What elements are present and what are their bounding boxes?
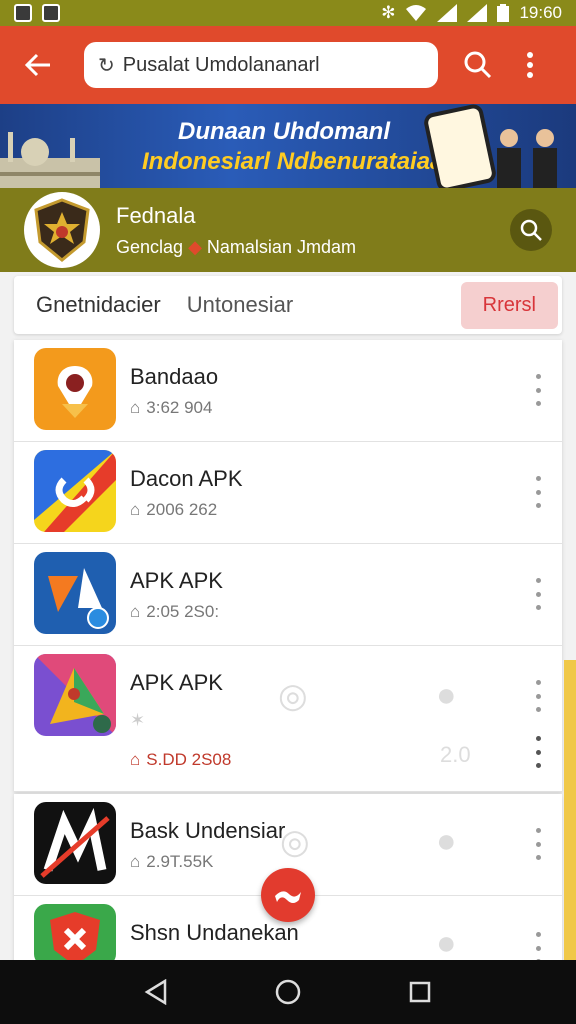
ghost-coin-icon: ◎ bbox=[280, 823, 310, 861]
refresh-icon: ↻ bbox=[98, 54, 115, 77]
square-recents-icon bbox=[409, 981, 431, 1003]
search-text: Pusalat Umdolananarl bbox=[122, 53, 320, 76]
shield-app-icon bbox=[34, 904, 116, 966]
brand-swoosh-icon bbox=[275, 891, 301, 903]
sparkle-icon: ✶ bbox=[130, 710, 146, 730]
app-notification-icon bbox=[42, 4, 60, 22]
person-image-2 bbox=[533, 129, 557, 188]
app-bar: ↻ Pusalat Umdolananarl bbox=[0, 26, 576, 104]
more-vert-icon bbox=[527, 52, 533, 78]
battery-icon bbox=[497, 4, 510, 22]
search-icon bbox=[520, 219, 542, 241]
item-menu-button-secondary[interactable] bbox=[530, 736, 546, 768]
ghost-person-icon: ● bbox=[436, 924, 457, 962]
nav-home-button[interactable] bbox=[268, 972, 308, 1012]
tab-gnetnidacier[interactable]: Gnetnidacier bbox=[36, 292, 161, 318]
brightness-icon: ✻ bbox=[381, 3, 396, 22]
nav-recents-button[interactable] bbox=[400, 972, 440, 1012]
signal-icon-2 bbox=[467, 4, 488, 22]
search-input[interactable]: ↻ Pusalat Umdolananarl bbox=[84, 42, 438, 88]
shield-emblem-icon bbox=[34, 198, 90, 262]
item-menu-button[interactable] bbox=[530, 828, 546, 860]
gradient-app-icon bbox=[34, 654, 116, 736]
mosque-image bbox=[0, 132, 100, 188]
channel-name: Fednala bbox=[116, 202, 196, 228]
channel-header: Fednala Genclag ◆ Namalsian Jmdam bbox=[0, 188, 576, 272]
app-meta: ⌂ 2006 262 bbox=[130, 500, 218, 519]
nav-back-button[interactable] bbox=[136, 972, 176, 1012]
item-menu-button[interactable] bbox=[530, 476, 546, 508]
channel-search-button[interactable] bbox=[510, 209, 552, 251]
app-meta: ⌂ S.DD 2S08 bbox=[130, 750, 232, 769]
app-name: APK APK bbox=[130, 670, 223, 695]
list-item[interactable]: Bandaao ⌂ 3:62 904 bbox=[14, 340, 562, 442]
ghost-person-icon: ● bbox=[436, 822, 457, 860]
triangle-back-icon bbox=[144, 979, 167, 1005]
ghost-label: 2.0 bbox=[440, 742, 471, 767]
app-meta: ⌂ 2.9T.55K bbox=[130, 852, 214, 871]
side-accent-strip bbox=[564, 660, 576, 960]
channel-logo[interactable] bbox=[24, 192, 100, 268]
signal-icon bbox=[437, 4, 458, 22]
status-bar: ✻ 19:60 bbox=[0, 0, 576, 26]
app-name: Shsn Undanekan bbox=[130, 920, 299, 945]
m-logo-app-icon bbox=[34, 802, 116, 884]
ghost-person-icon: ● bbox=[436, 676, 457, 714]
search-button[interactable] bbox=[456, 41, 500, 89]
filter-tabs: Gnetnidacier Untonesiar Rrersl bbox=[14, 276, 562, 334]
app-name: APK APK bbox=[130, 568, 223, 593]
location-pin-app-icon bbox=[34, 348, 116, 430]
promo-banner[interactable]: Dunaan Uhdomanl Indonesiarl Ndbenurataia… bbox=[0, 104, 576, 188]
app-list: Bandaao ⌂ 3:62 904 Dacon APK ⌂ 2006 262 AP… bbox=[14, 340, 562, 792]
link-app-icon bbox=[34, 450, 116, 532]
tab-untonesiar[interactable]: Untonesiar bbox=[187, 292, 293, 318]
item-menu-button[interactable] bbox=[530, 578, 546, 610]
clock: 19:60 bbox=[519, 3, 562, 22]
gallery-notification-icon bbox=[14, 4, 32, 22]
calendar-icon: ⌂ bbox=[130, 602, 141, 621]
calendar-icon: ⌂ bbox=[130, 500, 141, 519]
calendar-icon: ⌂ bbox=[130, 750, 141, 769]
back-button[interactable] bbox=[14, 41, 62, 89]
wifi-icon bbox=[406, 5, 427, 21]
list-item[interactable]: APK APK ⌂ 2:05 2S0: bbox=[14, 544, 562, 646]
blue-app-icon bbox=[34, 552, 116, 634]
list-item[interactable]: Dacon APK ⌂ 2006 262 bbox=[14, 442, 562, 544]
list-item[interactable]: APK APK ✶ ◎ ● 2.0 ⌂ S.DD 2S08 bbox=[14, 646, 562, 792]
ghost-coin-icon: ◎ bbox=[278, 677, 308, 715]
app-name: Bandaao bbox=[130, 364, 219, 389]
calendar-icon: ⌂ bbox=[130, 852, 141, 871]
floating-action-button[interactable] bbox=[261, 868, 315, 922]
flag-icon: ◆ bbox=[188, 236, 202, 257]
item-menu-button[interactable] bbox=[530, 374, 546, 406]
item-menu-button[interactable] bbox=[530, 680, 546, 712]
banner-title: Dunaan Uhdomanl bbox=[178, 118, 391, 145]
overflow-menu-button[interactable] bbox=[508, 41, 552, 89]
system-navigation-bar bbox=[0, 960, 576, 1024]
app-meta: ⌂ 2:05 2S0: bbox=[130, 602, 220, 621]
app-meta: ⌂ 3:62 904 bbox=[130, 398, 213, 417]
app-name: Bask Undensiar bbox=[130, 818, 286, 843]
filter-pill-button[interactable]: Rrersl bbox=[460, 281, 558, 329]
person-image bbox=[497, 129, 521, 188]
app-name: Dacon APK bbox=[130, 466, 243, 491]
search-icon bbox=[464, 51, 492, 79]
calendar-icon: ⌂ bbox=[130, 398, 141, 417]
circle-home-icon bbox=[275, 979, 301, 1005]
channel-subtitle: Genclag ◆ Namalsian Jmdam bbox=[116, 236, 356, 257]
banner-subtitle: Indonesiarl Ndbenurataiaa bbox=[142, 148, 444, 175]
arrow-left-icon bbox=[24, 53, 50, 77]
